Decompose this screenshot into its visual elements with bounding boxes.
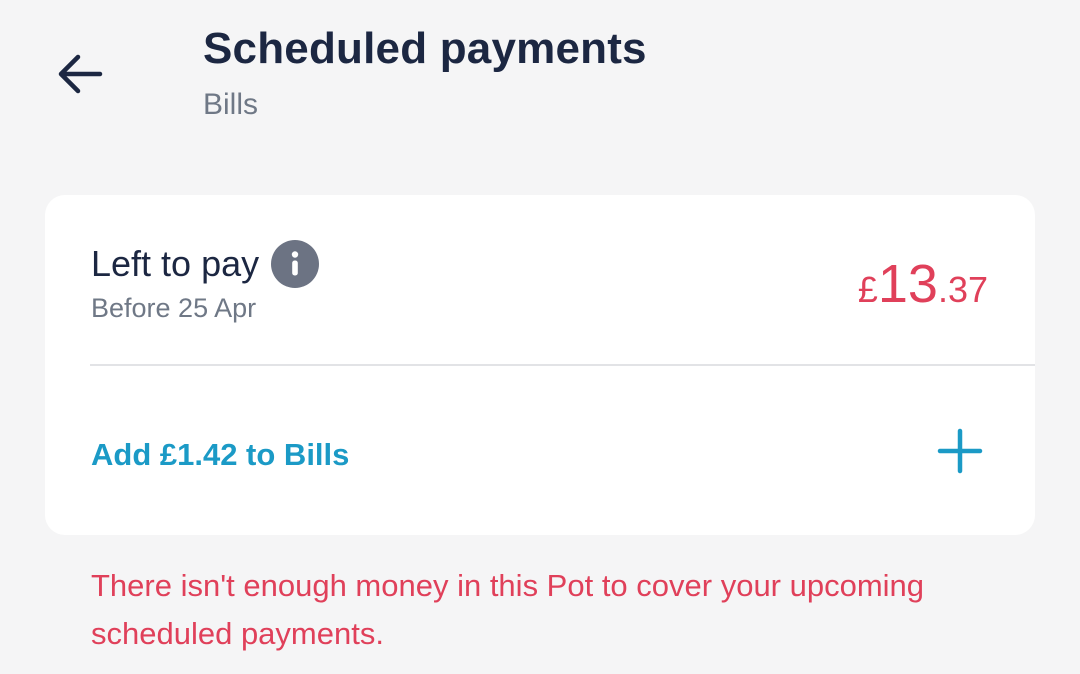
add-money-row[interactable]: Add £1.42 to Bills bbox=[45, 366, 1035, 535]
info-glyph bbox=[291, 251, 299, 276]
back-button[interactable] bbox=[48, 42, 112, 106]
info-icon[interactable] bbox=[271, 240, 320, 288]
left-to-pay-amount: £ 13 .37 bbox=[858, 253, 988, 315]
amount-major: 13 bbox=[877, 254, 938, 314]
left-to-pay-label: Left to pay bbox=[91, 243, 260, 284]
page-title: Scheduled payments bbox=[203, 24, 647, 73]
pot-name-subtitle: Bills bbox=[203, 88, 259, 121]
insufficient-funds-warning: There isn't enough money in this Pot to … bbox=[91, 568, 925, 651]
plus-icon[interactable] bbox=[935, 426, 985, 476]
due-date-label: Before 25 Apr bbox=[91, 293, 257, 323]
amount-currency: £ bbox=[857, 269, 878, 310]
top-app-bar: Scheduled payments Bills bbox=[0, 0, 1080, 150]
scheduled-payments-card: Left to pay Before 25 Apr £ 13 .37 Add £… bbox=[45, 195, 1035, 535]
arrow-left-icon bbox=[58, 54, 103, 94]
amount-minor: .37 bbox=[937, 269, 988, 310]
left-to-pay-row: Left to pay bbox=[91, 240, 320, 288]
add-money-button[interactable]: Add £1.42 to Bills bbox=[91, 437, 349, 473]
